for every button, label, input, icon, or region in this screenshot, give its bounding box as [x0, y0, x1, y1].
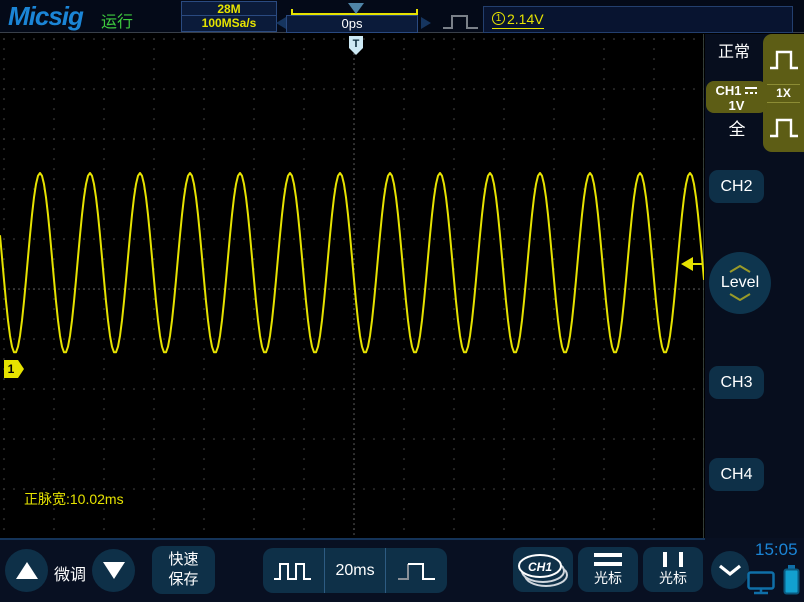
memory-trigger-marker-icon[interactable] [348, 3, 364, 14]
timebase-control: 20ms [263, 548, 447, 593]
ch4-button[interactable]: CH4 [709, 458, 764, 491]
toolbar-edge-highlight [0, 538, 705, 540]
increase-button[interactable] [5, 549, 48, 592]
top-bar: Micsig 运行 28M 100MSa/s 0ps 1 2.14V [0, 0, 804, 33]
triangle-down-icon [102, 562, 125, 579]
trigger-readout: 1 2.14V [492, 11, 544, 29]
timebase-zoom-out-button[interactable] [263, 548, 324, 593]
chevron-down-icon [719, 564, 741, 576]
trigger-level-button[interactable]: Level [709, 252, 771, 314]
svg-text:1: 1 [8, 362, 15, 376]
ch3-button[interactable]: CH3 [709, 366, 764, 399]
trigger-mode-label: 正常 [718, 44, 751, 61]
memory-depth: 28M [182, 2, 276, 16]
pan-left-arrow-icon[interactable] [276, 17, 286, 29]
ch1-scale: 1V [728, 98, 745, 113]
fine-tune-label: 微调 [53, 567, 86, 584]
trigger-position-value: 0ps [341, 16, 363, 31]
ch1-label: CH1 [715, 83, 742, 98]
bottom-toolbar: 微调 快速 保存 20ms CH1 光标 光标 15:05 [0, 538, 804, 602]
pulse-up-icon[interactable] [769, 34, 799, 84]
decrease-button[interactable] [92, 549, 135, 592]
waveform-display: T 1 正脉宽:10.02ms [0, 34, 704, 538]
pan-right-arrow-icon[interactable] [421, 17, 431, 29]
battery-icon [783, 565, 800, 595]
trigger-position-marker[interactable]: T [348, 35, 364, 56]
acquisition-info-box[interactable]: 28M 100MSa/s [181, 1, 277, 32]
trigger-info-box[interactable]: 1 2.14V [483, 6, 793, 33]
scope-canvas [0, 38, 704, 535]
svg-text:CH1: CH1 [528, 560, 552, 574]
timebase-value: 20ms [323, 548, 386, 593]
stacked-channels-icon: CH1 [518, 553, 568, 587]
trigger-position-box[interactable]: 0ps [286, 15, 418, 33]
quick-save-button[interactable]: 快速 保存 [152, 546, 215, 594]
trigger-slope-panel[interactable]: 1X [763, 34, 804, 152]
ch1-button[interactable]: CH1 1V [706, 81, 767, 113]
vertical-cursor-button[interactable]: 光标 [643, 547, 703, 592]
svg-text:T: T [353, 38, 360, 50]
ch1-ground-marker[interactable]: 1 [3, 359, 25, 379]
level-label: Level [720, 274, 760, 291]
right-sidebar: 正常 1X CH1 1V 全 CH2 Level CH3 CH4 [705, 34, 804, 538]
double-pulse-icon [274, 562, 312, 580]
quick-save-line1: 快速 [168, 551, 199, 568]
chevron-up-icon [729, 265, 751, 273]
horizontal-cursor-icon [594, 553, 622, 566]
display-icon [747, 571, 775, 595]
horizontal-cursor-button[interactable]: 光标 [578, 547, 638, 592]
clock: 15:05 [755, 540, 798, 559]
cursor-label: 光标 [659, 570, 687, 586]
ch1-bandwidth-label: 全 [728, 120, 746, 139]
timebase-zoom-in-button[interactable] [385, 548, 447, 593]
dc-coupling-icon [744, 87, 757, 94]
graticule [3, 38, 704, 535]
trigger-source-badge: 1 [492, 12, 505, 25]
cursor-label: 光标 [594, 570, 622, 586]
measurement-readout: 正脉宽:10.02ms [24, 491, 124, 507]
chevron-down-icon [729, 293, 751, 301]
single-pulse-icon [397, 562, 435, 580]
brand-logo: Micsig [8, 1, 84, 31]
sample-rate: 100MSa/s [201, 16, 257, 30]
channel-select-button[interactable]: CH1 [513, 547, 573, 592]
oscilloscope-app: Micsig 运行 28M 100MSa/s 0ps 1 2.14V T 1 正… [0, 0, 804, 602]
trigger-level-value: 2.14V [507, 10, 544, 27]
pulse-down-icon[interactable] [769, 102, 799, 152]
trigger-level-arrow-icon[interactable] [681, 254, 703, 274]
quick-save-line2: 保存 [168, 571, 199, 588]
triangle-up-icon [15, 562, 38, 579]
ch1-waveform [0, 172, 704, 354]
probe-attenuation[interactable]: 1X [776, 85, 791, 102]
vertical-cursor-icon [663, 552, 683, 567]
collapse-menu-button[interactable] [711, 551, 749, 589]
ch2-button[interactable]: CH2 [709, 170, 764, 203]
run-status[interactable]: 运行 [101, 8, 133, 32]
trigger-type-pulse-icon[interactable] [442, 14, 480, 30]
